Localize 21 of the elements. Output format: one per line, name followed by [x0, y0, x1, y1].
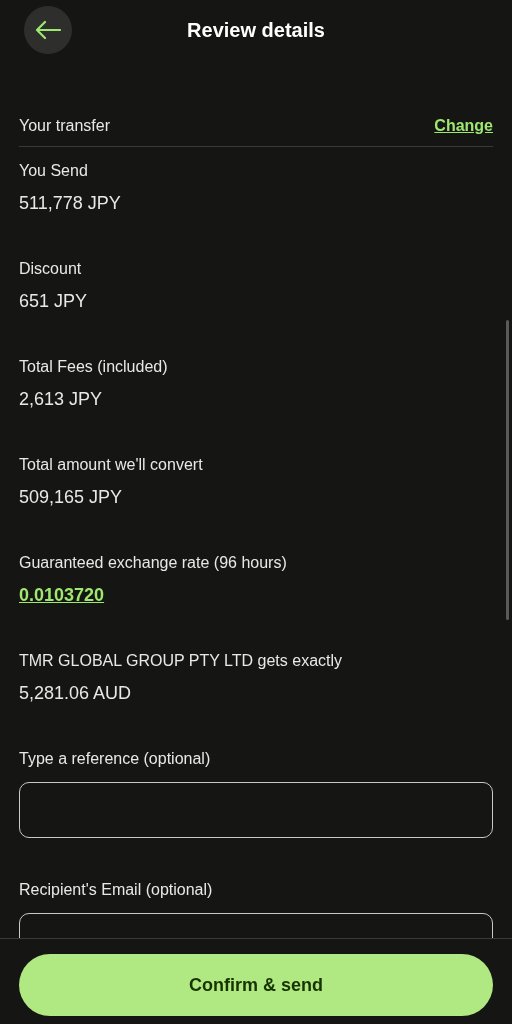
detail-value: 511,778 JPY: [19, 192, 121, 215]
detail-value: 5,281.06 AUD: [19, 682, 132, 705]
detail-label: Total amount we'll convert: [19, 455, 203, 475]
back-button[interactable]: [24, 6, 72, 54]
detail-label: TMR GLOBAL GROUP PTY LTD gets exactly: [19, 651, 343, 671]
detail-value: 509,165 JPY: [19, 486, 123, 509]
section-title: Your transfer: [19, 115, 110, 136]
detail-label: You Send: [19, 161, 88, 181]
change-link[interactable]: Change: [434, 113, 493, 138]
detail-label: Total Fees (included): [19, 357, 168, 377]
field-label: Recipient's Email (optional): [19, 880, 213, 900]
back-arrow-icon: [35, 20, 61, 40]
confirm-send-button[interactable]: Confirm & send: [19, 954, 493, 1016]
detail-label: Discount: [19, 259, 82, 279]
field-label: Type a reference (optional): [19, 749, 211, 769]
detail-value: 651 JPY: [19, 290, 88, 313]
page-title: Review details: [187, 18, 325, 43]
detail-label: Guaranteed exchange rate (96 hours): [19, 553, 287, 573]
detail-value: 2,613 JPY: [19, 388, 103, 411]
exchange-rate-link[interactable]: 0.0103720: [19, 582, 105, 608]
input-field[interactable]: [19, 782, 493, 838]
